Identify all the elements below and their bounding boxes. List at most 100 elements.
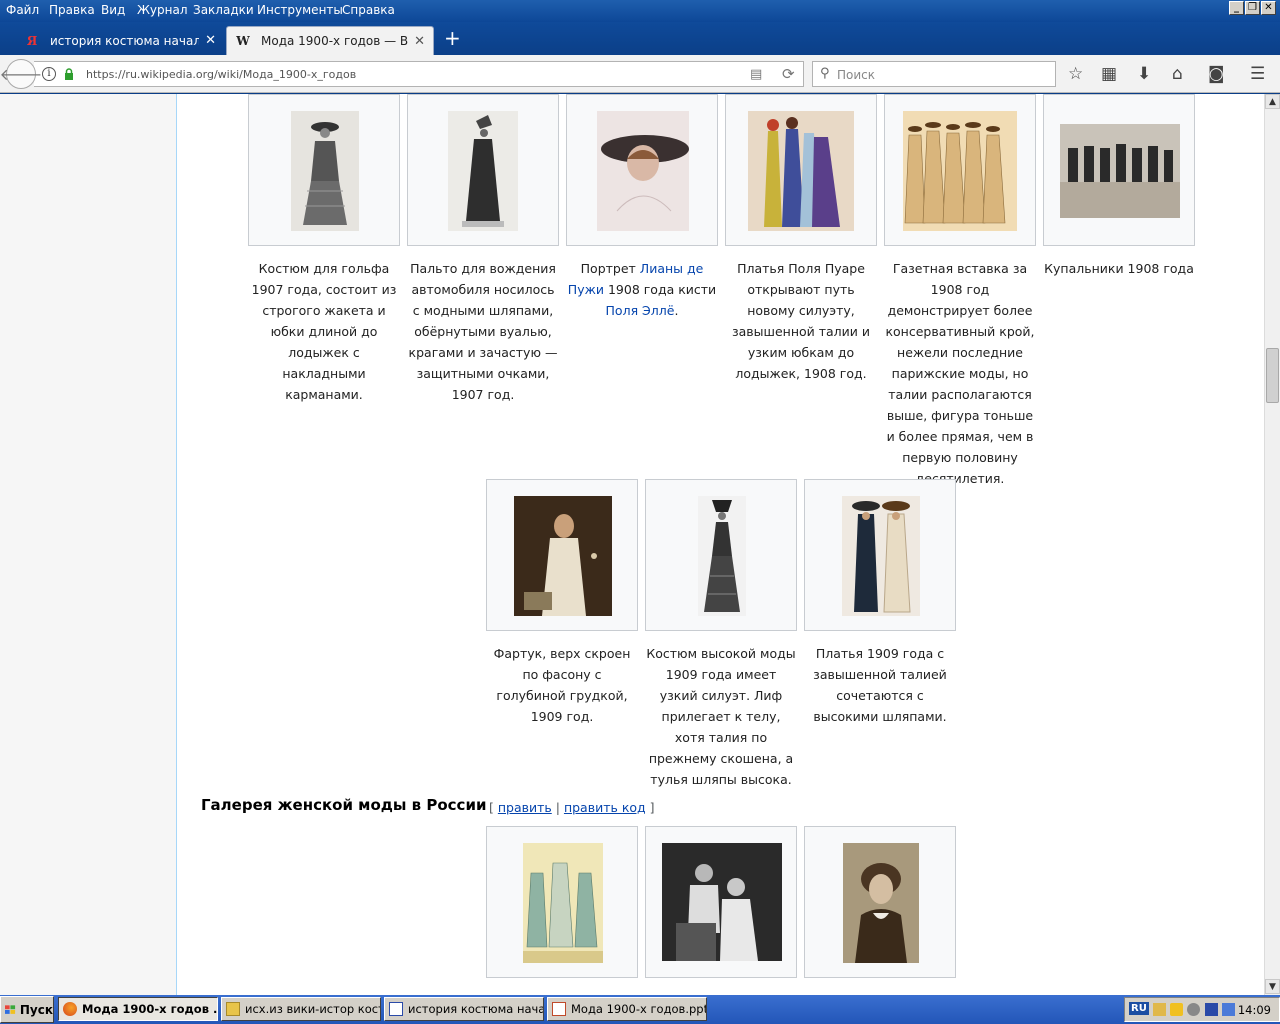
gallery-thumb-1909-dresses[interactable] <box>804 479 956 631</box>
folder-icon <box>226 1002 240 1016</box>
search-icon: ⚲ <box>820 66 830 81</box>
lock-icon <box>65 68 73 80</box>
menu-view[interactable]: Вид <box>101 3 125 17</box>
link-paul-helleu[interactable]: Поля Эллё <box>606 303 675 318</box>
minimize-button[interactable]: _ <box>1229 1 1244 15</box>
gallery-thumb-bathing-suits[interactable] <box>1043 94 1195 246</box>
info-icon[interactable]: i <box>42 67 56 81</box>
address-bar[interactable]: i https://ru.wikipedia.org/wiki/Мода_190… <box>34 61 804 87</box>
image-apron[interactable] <box>514 496 612 616</box>
scrollbar-thumb[interactable] <box>1266 348 1279 403</box>
warning-icon[interactable] <box>1170 1003 1183 1016</box>
image-two-women[interactable] <box>662 843 782 961</box>
scroll-down-arrow-icon[interactable]: ▼ <box>1265 979 1280 994</box>
caption-text: Костюм для гольфа 1907 года, состоит из … <box>251 261 397 402</box>
menu-edit[interactable]: Правка <box>49 3 95 17</box>
menu-bookmarks[interactable]: Закладки <box>193 3 254 17</box>
firefox-icon <box>63 1002 77 1016</box>
reload-icon[interactable]: ⟳ <box>782 65 795 83</box>
bracket: [ <box>489 800 498 815</box>
menu-bar: Файл Правка Вид Журнал Закладки Инструме… <box>0 0 1280 22</box>
task-word[interactable]: история костюма нача... <box>384 997 544 1021</box>
image-poiret-dresses[interactable] <box>748 111 854 231</box>
image-newspaper-insert[interactable] <box>903 111 1017 231</box>
image-bathing-suits[interactable] <box>1060 124 1180 218</box>
reader-view-icon[interactable]: ▤ <box>750 67 762 82</box>
image-woman-portrait[interactable] <box>843 843 919 963</box>
caption-1909-dresses: Платья 1909 года с завышенной талией соч… <box>804 643 956 727</box>
download-icon[interactable]: ⬇ <box>1137 64 1151 84</box>
edit-code-link[interactable]: править код <box>564 800 646 815</box>
gallery-thumb-two-women[interactable] <box>645 826 797 978</box>
gallery-thumb-fashion-courier[interactable] <box>486 826 638 978</box>
close-button[interactable]: ✕ <box>1261 1 1276 15</box>
menu-file[interactable]: Файл <box>6 3 39 17</box>
menu-hamburger-icon[interactable]: ☰ <box>1250 64 1265 84</box>
task-firefox[interactable]: Мода 1900-х годов ... <box>58 997 218 1021</box>
gallery-thumb-apron[interactable] <box>486 479 638 631</box>
new-tab-button[interactable]: + <box>444 28 461 48</box>
task-powerpoint[interactable]: Мода 1900-х годов.ppt <box>547 997 707 1021</box>
menu-history[interactable]: Журнал <box>137 3 188 17</box>
search-input[interactable]: ⚲ Поиск <box>812 61 1056 87</box>
caption-driving-coat: Пальто для вождения автомобиля носилось … <box>407 258 559 405</box>
bookmark-star-icon[interactable]: ☆ <box>1068 64 1083 84</box>
caption-golf: Костюм для гольфа 1907 года, состоит из … <box>248 258 400 405</box>
wikipedia-icon: W <box>236 34 250 48</box>
task-label: исх.из вики-истор кост... <box>245 1002 381 1016</box>
language-indicator[interactable]: RU <box>1129 1002 1149 1015</box>
start-label: Пуск <box>19 1002 53 1017</box>
word-document-icon <box>389 1002 403 1016</box>
vertical-scrollbar[interactable]: ▲ ▼ <box>1264 94 1280 995</box>
gallery-thumb-golf[interactable] <box>248 94 400 246</box>
menu-help[interactable]: Справка <box>342 3 395 17</box>
image-haute-couture[interactable] <box>698 496 746 616</box>
close-tab-icon[interactable]: ✕ <box>205 33 216 48</box>
caption-text: Платья 1909 года с завышенной талией соч… <box>813 646 947 724</box>
scroll-up-arrow-icon[interactable]: ▲ <box>1265 94 1280 109</box>
gallery-thumb-poiret[interactable] <box>725 94 877 246</box>
caption-text: 1908 года кисти <box>603 282 717 297</box>
edit-section-links: [ править | править код ] <box>489 800 655 815</box>
edit-link[interactable]: править <box>498 800 552 815</box>
gallery-thumb-driving-coat[interactable] <box>407 94 559 246</box>
caption-text: Портрет <box>580 261 640 276</box>
tab-wikipedia[interactable]: W Мода 1900-х годов — Викип... ✕ <box>226 26 434 55</box>
tab-label: Мода 1900-х годов — Викип... <box>261 34 409 48</box>
back-button[interactable]: 🡐 <box>0 59 42 89</box>
gallery-thumb-portrait[interactable] <box>566 94 718 246</box>
separator: | <box>551 800 564 815</box>
caption-portrait: Портрет Лианы де Пужи 1908 года кисти По… <box>566 258 718 321</box>
menu-tools[interactable]: Инструменты <box>257 3 343 17</box>
page-content: Костюм для гольфа 1907 года, состоит из … <box>0 94 1264 995</box>
pocket-icon[interactable]: ◙ <box>1208 64 1225 84</box>
caption-text: . <box>674 303 679 318</box>
tray-app-icon[interactable] <box>1153 1003 1166 1016</box>
image-1909-dresses[interactable] <box>842 496 920 616</box>
task-label: история костюма нача... <box>408 1002 544 1016</box>
powerpoint-icon <box>552 1002 566 1016</box>
clock: 14:09 <box>1237 1003 1271 1017</box>
url-text[interactable]: https://ru.wikipedia.org/wiki/Мода_1900-… <box>86 68 356 81</box>
network-icon[interactable] <box>1205 1003 1218 1016</box>
gallery-thumb-woman-portrait[interactable] <box>804 826 956 978</box>
start-button[interactable]: Пуск <box>0 996 54 1023</box>
image-fashion-courier[interactable] <box>523 843 603 963</box>
bookmarks-list-icon[interactable]: ▦ <box>1101 64 1117 84</box>
gallery-thumb-haute-couture[interactable] <box>645 479 797 631</box>
task-folder[interactable]: исх.из вики-истор кост... <box>221 997 381 1021</box>
task-label: Мода 1900-х годов ... <box>82 1002 218 1016</box>
volume-icon[interactable] <box>1222 1003 1235 1016</box>
gallery-thumb-newspaper[interactable] <box>884 94 1036 246</box>
caption-text: Купальники 1908 года <box>1044 261 1194 276</box>
image-portrait-liane[interactable] <box>597 111 689 231</box>
image-golf-costume[interactable] <box>291 111 359 231</box>
tray-settings-icon[interactable] <box>1187 1003 1200 1016</box>
close-tab-icon[interactable]: ✕ <box>414 34 425 49</box>
restore-button[interactable]: ❐ <box>1245 1 1260 15</box>
tab-yandex[interactable]: Я история костюма начала дв... ✕ <box>16 26 224 55</box>
caption-bathing-suits: Купальники 1908 года <box>1043 258 1195 279</box>
image-driving-coat[interactable] <box>448 111 518 231</box>
home-icon[interactable]: ⌂ <box>1172 64 1183 84</box>
caption-apron: Фартук, верх скроен по фасону с голубино… <box>486 643 638 727</box>
